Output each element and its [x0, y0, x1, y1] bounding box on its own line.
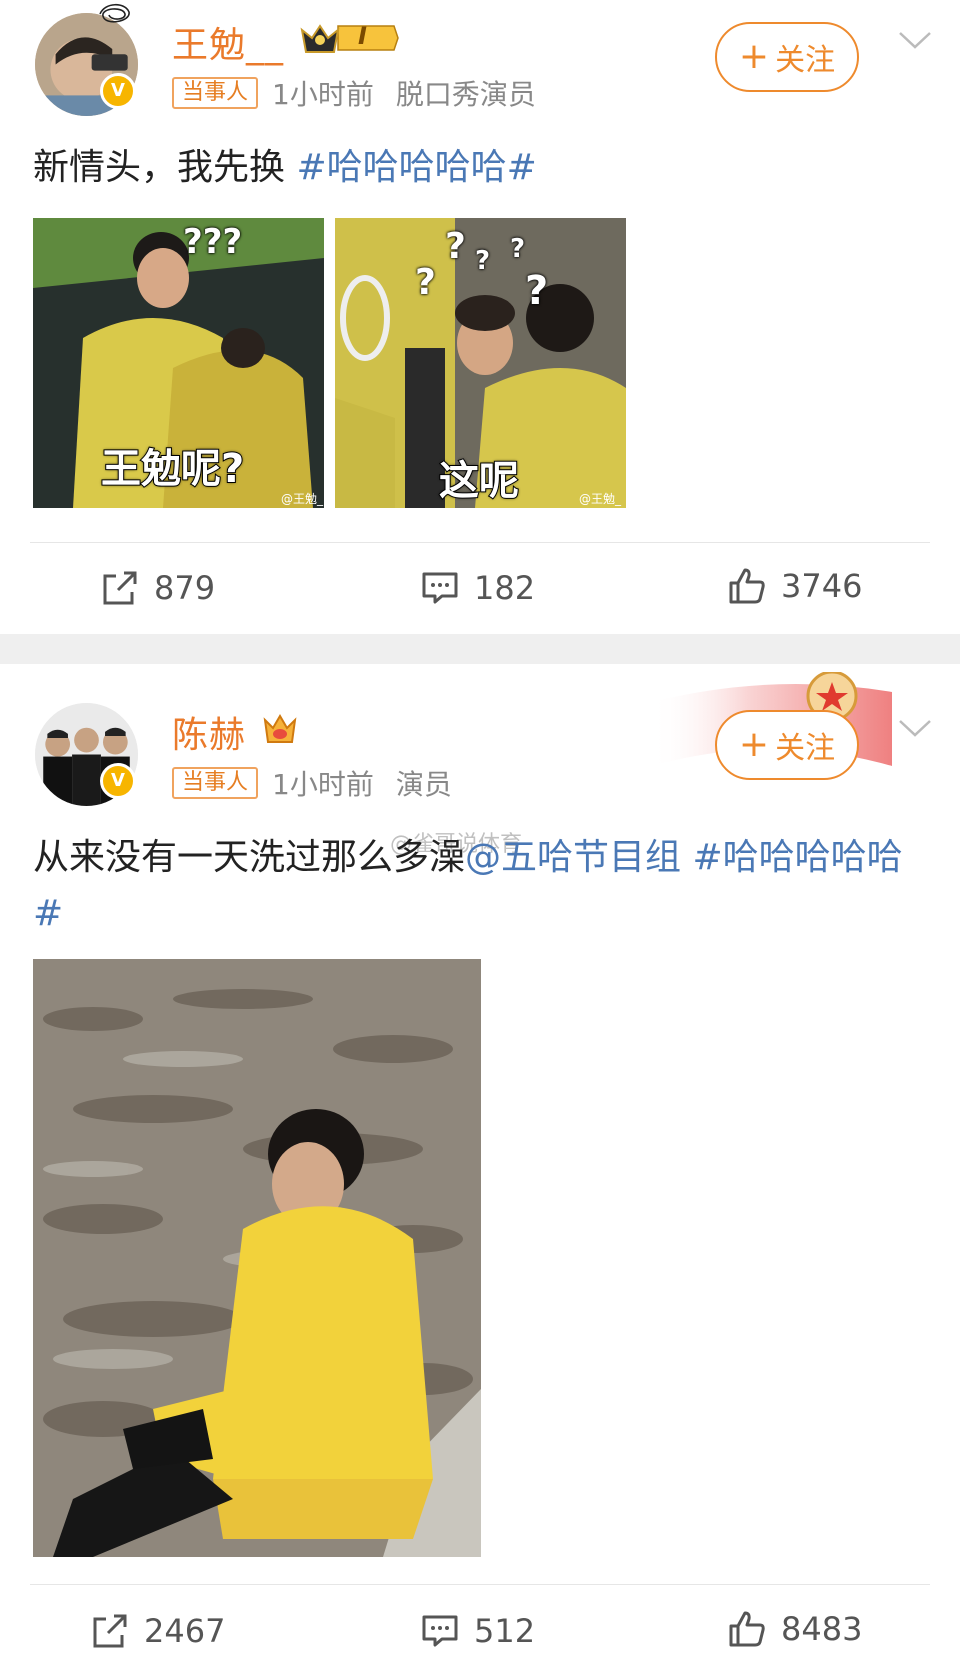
question-mark: ? — [415, 262, 436, 303]
comment-button[interactable]: 182 — [420, 568, 535, 608]
mention-link[interactable]: @五哈节目组 — [465, 837, 681, 878]
username[interactable]: 王勉__ — [172, 16, 284, 68]
image-watermark: @王勉_ — [281, 492, 324, 506]
username[interactable]: 陈赫 — [172, 706, 246, 758]
comment-count: 182 — [474, 569, 536, 607]
follow-button[interactable]: + 关注 — [715, 710, 859, 780]
party-tag: 当事人 — [172, 767, 259, 799]
post-body: 从来没有一天洗过那么多澡 — [33, 837, 466, 878]
image-watermark: @王勉_ — [579, 492, 622, 506]
scribble-icon — [99, 3, 130, 23]
chevron-down-icon[interactable] — [897, 716, 933, 740]
question-mark: ? — [510, 234, 526, 264]
comment-button[interactable]: 512 — [420, 1611, 535, 1651]
image-caption: 这呢 — [438, 457, 520, 505]
repost-count: 879 — [154, 569, 216, 607]
repost-count: 2467 — [144, 1612, 226, 1650]
meta-row: 当事人 1小时前 演员 — [172, 766, 474, 801]
meta-row: 当事人 1小时前 脱口秀演员 — [172, 76, 558, 111]
hashtag-link[interactable]: #哈哈哈哈哈# — [296, 147, 536, 188]
like-button[interactable]: 8483 — [727, 1609, 862, 1649]
comment-icon — [422, 1615, 458, 1647]
party-tag: 当事人 — [172, 77, 259, 109]
chevron-down-icon[interactable] — [897, 28, 933, 52]
like-count: 8483 — [781, 1610, 863, 1648]
divider — [30, 542, 930, 543]
question-marks: ??? — [183, 222, 243, 262]
profession: 演员 — [395, 768, 452, 801]
repost-button[interactable]: 879 — [100, 568, 215, 608]
like-count: 3746 — [781, 567, 863, 605]
repost-button[interactable]: 2467 — [90, 1611, 225, 1651]
post-image[interactable] — [33, 959, 481, 1557]
crown-icon — [263, 714, 297, 743]
post-text: 从来没有一天洗过那么多澡@五哈节目组 #哈哈哈哈哈# — [33, 830, 930, 942]
plus-icon: + — [738, 36, 770, 77]
follow-label: 关注 — [775, 43, 836, 78]
verified-v-icon: V — [100, 763, 136, 799]
repost-icon — [103, 571, 137, 605]
question-mark: ? — [445, 226, 466, 267]
question-mark: ? — [525, 268, 549, 314]
plus-icon: + — [738, 724, 770, 765]
follow-button[interactable]: + 关注 — [715, 22, 859, 92]
post-card: V 陈赫 当事人 1小时前 演员 + 关注 @雀哥说体育 从来没有一天洗过那么多… — [0, 664, 960, 1676]
image-caption: 王勉呢? — [100, 445, 245, 493]
divider — [30, 1584, 930, 1585]
post-card: V 王勉__ I 当事人 1小时前 脱口秀演员 + 关注 新情头，我先换 #哈哈… — [0, 0, 960, 634]
post-image[interactable]: ? ? ? ? ? 这呢 @王勉_ — [335, 218, 626, 508]
like-button[interactable]: 3746 — [727, 566, 862, 606]
comment-count: 512 — [474, 1612, 536, 1650]
post-time: 1小时前 — [272, 768, 374, 801]
question-mark: ? — [475, 246, 491, 276]
comment-icon — [422, 572, 458, 604]
post-time: 1小时前 — [272, 78, 374, 111]
crown-icon — [300, 24, 399, 53]
verified-v-icon: V — [100, 73, 136, 109]
level-number: I — [358, 22, 367, 50]
feed-separator — [0, 634, 960, 664]
level-badge: I — [298, 20, 400, 56]
repost-icon — [93, 1614, 127, 1648]
post-image[interactable]: ??? 王勉呢? @王勉_ — [33, 218, 324, 508]
post-text: 新情头，我先换 #哈哈哈哈哈# — [33, 140, 930, 196]
follow-label: 关注 — [775, 731, 836, 766]
thumbs-up-icon — [729, 568, 765, 604]
post-body: 新情头，我先换 — [33, 147, 286, 188]
photo-man-sitting-in-mud — [33, 959, 481, 1557]
profession: 脱口秀演员 — [395, 78, 536, 111]
thumbs-up-icon — [729, 1611, 765, 1647]
